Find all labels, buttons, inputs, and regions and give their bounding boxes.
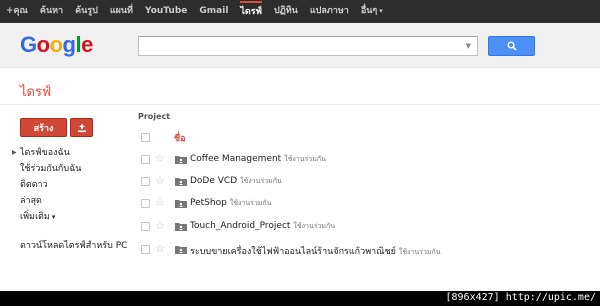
- nav-item-youtube[interactable]: YouTube: [145, 0, 187, 23]
- create-button[interactable]: สร้าง: [20, 118, 67, 137]
- sidebar: ▶ ไดรฟ์ของฉัน ใช้ร่วมกันกับฉัน ติดดาว ล่า…: [12, 145, 127, 254]
- sidebar-item-download-drive[interactable]: ดาวน์โหลดไดรฟ์สำหรับ PC: [12, 238, 127, 254]
- nav-item-search[interactable]: ค้นหา: [40, 0, 63, 23]
- table-row[interactable]: ☆ Coffee Management ใช้งานร่วมกัน: [138, 149, 600, 171]
- list-header-row: ชื่อ: [138, 128, 600, 148]
- nav-item-translate[interactable]: แปลภาษา: [310, 0, 349, 23]
- sidebar-item-shared-with-me[interactable]: ใช้ร่วมกันกับฉัน: [12, 161, 127, 177]
- search-dropdown-icon[interactable]: ▼: [466, 42, 471, 50]
- upload-button[interactable]: [70, 118, 93, 137]
- logo-letter-o2: o: [49, 32, 63, 57]
- search-input[interactable]: ▼: [138, 36, 478, 56]
- nav-item-maps[interactable]: แผนที่: [110, 0, 133, 23]
- watermark-text: [896x427] http://upic.me/: [445, 292, 596, 303]
- divider: [0, 104, 600, 105]
- google-logo[interactable]: Google: [20, 32, 93, 58]
- top-nav-bar: +คุณ ค้นหา ค้นรูป แผนที่ YouTube Gmail ไ…: [0, 0, 600, 23]
- nav-item-more-label: อื่นๆ: [360, 6, 378, 16]
- table-row[interactable]: ☆ PetShop ใช้งานร่วมกัน: [138, 193, 600, 215]
- nav-item-more[interactable]: อื่นๆ ▾: [361, 0, 383, 23]
- star-icon[interactable]: ☆: [155, 219, 165, 233]
- nav-item-images[interactable]: ค้นรูป: [75, 0, 98, 23]
- file-name-text: Coffee Management: [190, 154, 282, 164]
- header: Google ▼: [0, 23, 600, 68]
- select-all-checkbox[interactable]: [141, 133, 150, 142]
- row-checkbox[interactable]: [141, 155, 150, 164]
- sidebar-item-recent[interactable]: ล่าสุด: [12, 193, 127, 209]
- nav-item-gmail[interactable]: Gmail: [199, 0, 228, 23]
- sidebar-item-more[interactable]: เพิ่มเติม ▾: [12, 209, 127, 225]
- file-name-text: Touch_Android_Project: [190, 221, 291, 231]
- sidebar-item-starred[interactable]: ติดดาว: [12, 177, 127, 193]
- expand-triangle-icon[interactable]: ▶: [12, 145, 17, 161]
- shared-folder-icon: [175, 200, 187, 208]
- file-name-text: PetShop: [190, 198, 227, 208]
- search-icon: [506, 41, 517, 51]
- nav-item-calendar[interactable]: ปฏิทิน: [274, 0, 298, 23]
- row-checkbox[interactable]: [141, 199, 150, 208]
- row-checkbox[interactable]: [141, 245, 150, 254]
- shared-folder-icon: [175, 156, 187, 164]
- logo-letter-o1: o: [36, 32, 50, 57]
- sidebar-item-label: ไดรฟ์ของฉัน: [20, 148, 70, 158]
- sort-by-name-header[interactable]: ชื่อ: [174, 131, 186, 145]
- sidebar-item-label: เพิ่มเติม: [20, 212, 50, 222]
- watermark-bar: [896x427] http://upic.me/: [0, 291, 600, 306]
- logo-letter-g2: g: [62, 32, 76, 57]
- folder-breadcrumb: Project: [138, 112, 171, 121]
- shared-label: ใช้งานร่วมกัน: [293, 222, 336, 230]
- upload-icon: [77, 123, 86, 132]
- nav-item-drive[interactable]: ไดรฟ์: [240, 1, 262, 22]
- shared-folder-icon: [175, 178, 187, 186]
- file-name[interactable]: ระบบขายเครื่องใช้ไฟฟ้าออนไลน์ร้านจักรแก้…: [190, 244, 441, 258]
- shared-folder-icon: [175, 223, 187, 231]
- table-row[interactable]: ☆ Touch_Android_Project ใช้งานร่วมกัน: [138, 216, 600, 238]
- search-button[interactable]: [488, 36, 535, 56]
- file-name[interactable]: DoDe VCD ใช้งานร่วมกัน: [190, 176, 282, 187]
- file-name[interactable]: PetShop ใช้งานร่วมกัน: [190, 198, 271, 209]
- shared-label: ใช้งานร่วมกัน: [229, 199, 272, 207]
- shared-label: ใช้งานร่วมกัน: [240, 177, 282, 185]
- sidebar-item-my-drive[interactable]: ▶ ไดรฟ์ของฉัน: [12, 145, 127, 161]
- star-icon[interactable]: ☆: [155, 174, 165, 188]
- file-name-text: ระบบขายเครื่องใช้ไฟฟ้าออนไลน์ร้านจักรแก้…: [190, 247, 396, 257]
- shared-label: ใช้งานร่วมกัน: [398, 248, 441, 256]
- file-name[interactable]: Coffee Management ใช้งานร่วมกัน: [190, 154, 326, 165]
- star-icon[interactable]: ☆: [155, 196, 165, 210]
- star-icon[interactable]: ☆: [155, 152, 165, 166]
- table-row[interactable]: ☆ ระบบขายเครื่องใช้ไฟฟ้าออนไลน์ร้านจักรแ…: [138, 239, 600, 261]
- star-icon[interactable]: ☆: [155, 242, 165, 256]
- logo-letter-e: e: [81, 32, 93, 57]
- file-name[interactable]: Touch_Android_Project ใช้งานร่วมกัน: [190, 221, 335, 232]
- shared-label: ใช้งานร่วมกัน: [284, 155, 326, 163]
- logo-letter-g1: G: [20, 32, 37, 57]
- table-row[interactable]: ☆ DoDe VCD ใช้งานร่วมกัน: [138, 171, 600, 193]
- chevron-down-icon: ▾: [51, 213, 56, 221]
- chevron-down-icon: ▾: [379, 7, 383, 15]
- row-checkbox[interactable]: [141, 222, 150, 231]
- shared-folder-icon: [175, 246, 187, 254]
- nav-item-plus-you[interactable]: +คุณ: [6, 0, 28, 23]
- file-name-text: DoDe VCD: [190, 176, 238, 186]
- row-checkbox[interactable]: [141, 177, 150, 186]
- page-title: ไดรฟ์: [20, 85, 52, 100]
